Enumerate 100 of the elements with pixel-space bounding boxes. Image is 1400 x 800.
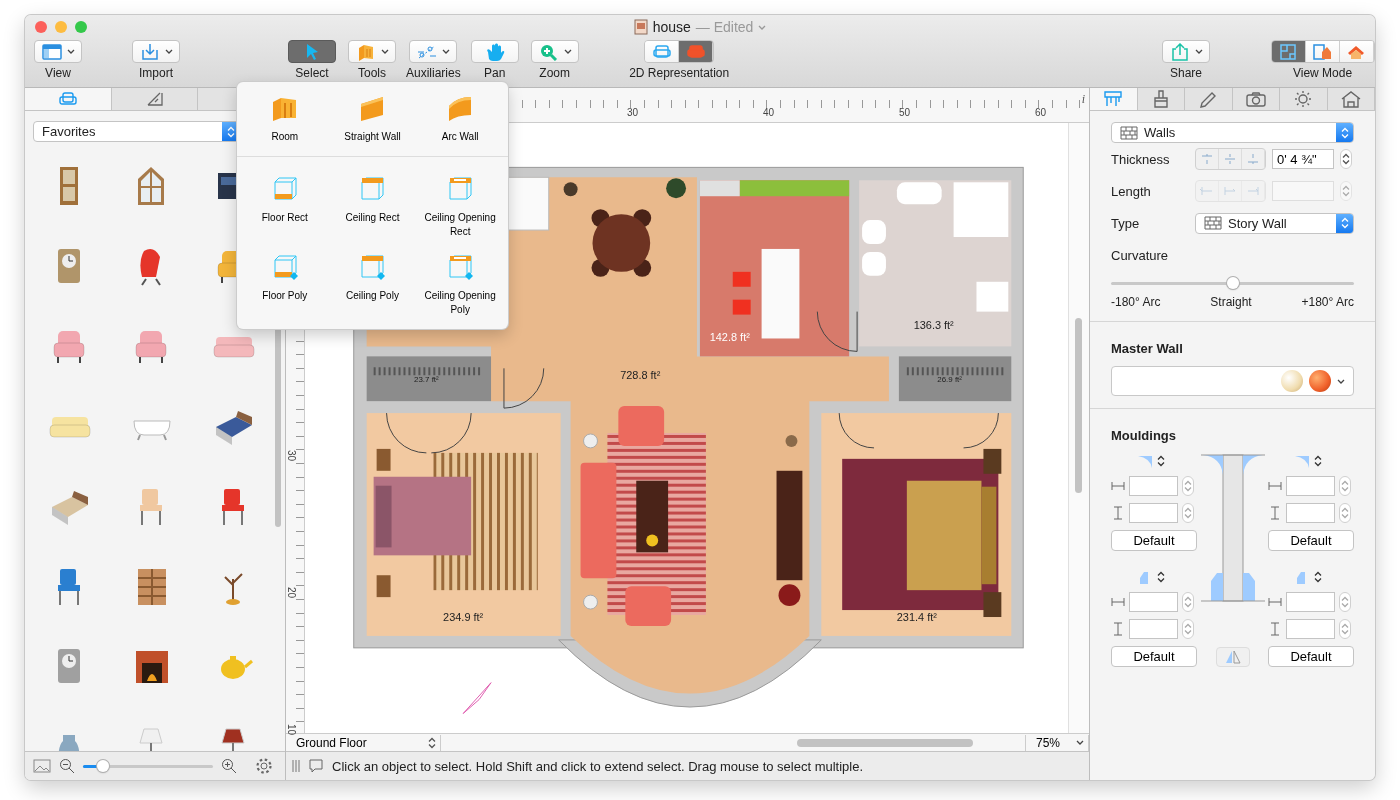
info-button[interactable]: i [1081, 92, 1085, 107]
image-icon[interactable] [33, 758, 51, 774]
tool-menu-item[interactable]: Ceiling Opening Rect [416, 171, 504, 243]
chevron-down-icon[interactable] [758, 24, 767, 30]
ruler-number: 30 [627, 107, 639, 118]
chevron-down-icon [165, 49, 173, 54]
drag-handle-icon[interactable] [292, 759, 300, 773]
close-button[interactable] [35, 21, 47, 33]
scrollbar-thumb[interactable] [1075, 318, 1082, 493]
slider-thumb[interactable] [96, 760, 109, 772]
door-swing [816, 311, 858, 352]
view-mode-segment[interactable] [1271, 41, 1306, 62]
curvature-slider[interactable] [1111, 277, 1354, 289]
chevron-updown-icon [1341, 596, 1349, 608]
default-button[interactable]: Default [1268, 646, 1354, 667]
moulding-width-field[interactable] [1129, 476, 1178, 496]
moulding-width-field[interactable] [1129, 592, 1178, 612]
armchair-outline-icon [651, 42, 672, 61]
table-lamp [583, 433, 598, 449]
field-label: Type [1111, 215, 1141, 231]
chevron-down-icon [67, 49, 75, 54]
default-button[interactable]: Default [1111, 646, 1197, 667]
zoom-out-icon[interactable] [59, 758, 75, 774]
pan-button[interactable] [470, 40, 519, 63]
default-button[interactable]: Default [1268, 530, 1354, 551]
moulding-width-field[interactable] [1286, 476, 1335, 496]
width-icon [1268, 597, 1282, 607]
north-arrow-icon [462, 682, 492, 714]
stepper[interactable] [1340, 149, 1352, 169]
field-label: Length [1111, 183, 1152, 199]
minimize-button[interactable] [55, 21, 67, 33]
nightstand [983, 448, 1002, 474]
chevron-updown-icon [1184, 623, 1192, 635]
zoom-window-button[interactable] [75, 21, 87, 33]
tool-menu-item[interactable]: Ceiling Poly [328, 249, 417, 321]
armchair [618, 406, 665, 446]
mirror-button[interactable] [1215, 647, 1250, 667]
view-mode-switch[interactable] [1270, 40, 1375, 63]
chevron-updown-icon [1157, 571, 1165, 583]
representation-segment[interactable] [679, 41, 714, 62]
chevron-updown-icon [1184, 507, 1192, 519]
select-tool-button[interactable] [288, 40, 336, 63]
stairs-icon [145, 91, 164, 107]
zoom-slider[interactable] [83, 760, 213, 772]
object-type-dropdown[interactable]: Walls [1111, 122, 1354, 143]
dimension-field[interactable]: 0' 4 ¾" [1272, 149, 1334, 169]
slider-mark-label: +180° Arc [1301, 295, 1354, 309]
room-area-label: 136.3 ft² [913, 318, 954, 331]
width-icon [1111, 597, 1125, 607]
brick-wall-icon [1204, 216, 1222, 230]
tool-menu-item[interactable]: Straight Wall [328, 90, 417, 148]
width-icon [1268, 481, 1282, 491]
slider-thumb[interactable] [1226, 277, 1239, 289]
chevron-updown-icon [1341, 480, 1349, 492]
nightstand [983, 592, 1002, 617]
view-mode-segment[interactable] [1305, 41, 1340, 62]
representation-switch[interactable] [644, 40, 715, 63]
settings-icon[interactable] [255, 757, 273, 775]
tools-button[interactable] [348, 40, 396, 63]
scrollbar-thumb[interactable] [797, 738, 973, 747]
field-label: Curvature [1111, 247, 1169, 263]
width-icon [1111, 481, 1125, 491]
chevron-down-icon [442, 49, 451, 54]
wall-type-dropdown[interactable]: Story Wall [1195, 212, 1354, 234]
toolbar-label: Select [295, 66, 329, 80]
moulding-height-field[interactable] [1286, 619, 1335, 639]
slider-mark-label: Straight [1210, 295, 1252, 309]
share-icon [1169, 42, 1191, 61]
chevron-updown-icon [1340, 217, 1349, 229]
room-area-label: 23.7 ft² [414, 375, 439, 385]
representation-segment[interactable] [645, 41, 680, 62]
height-icon [1111, 506, 1125, 520]
zoom-in-icon[interactable] [221, 758, 237, 774]
moulding-height-field[interactable] [1129, 503, 1178, 523]
library-tab[interactable] [25, 88, 112, 110]
auxiliaries-button[interactable] [409, 40, 458, 63]
view-button[interactable] [34, 40, 82, 63]
inspector-tab[interactable] [1090, 88, 1138, 110]
plan-and-house-icon [1312, 42, 1332, 61]
tool-menu-item[interactable]: Ceiling Opening Poly [416, 249, 504, 321]
master-wall-dropdown[interactable] [1111, 366, 1354, 396]
camera-icon [1244, 90, 1267, 108]
tool-menu-item[interactable]: Room [241, 90, 329, 148]
speech-bubble-icon [308, 758, 324, 774]
tool-menu-item[interactable]: Floor Rect [241, 171, 329, 243]
tool-menu-item[interactable]: Floor Poly [241, 249, 329, 321]
default-button[interactable]: Default [1111, 530, 1197, 551]
caliper-icon [1102, 90, 1125, 108]
share-button[interactable] [1162, 40, 1210, 63]
moulding-height-field[interactable] [1286, 503, 1335, 523]
moulding-height-field[interactable] [1129, 619, 1178, 639]
room-area-label: 234.9 ft² [443, 611, 484, 623]
moulding-width-field[interactable] [1286, 592, 1335, 612]
import-button[interactable] [132, 40, 180, 63]
zoom-dropdown[interactable]: 75% [1025, 734, 1089, 751]
tool-menu-item[interactable]: Ceiling Rect [328, 171, 417, 243]
zoom-button[interactable] [530, 40, 579, 63]
tool-menu-item[interactable]: Arc Wall [416, 90, 504, 148]
ruler-number: 40 [763, 107, 775, 118]
view-mode-segment[interactable] [1339, 41, 1374, 62]
